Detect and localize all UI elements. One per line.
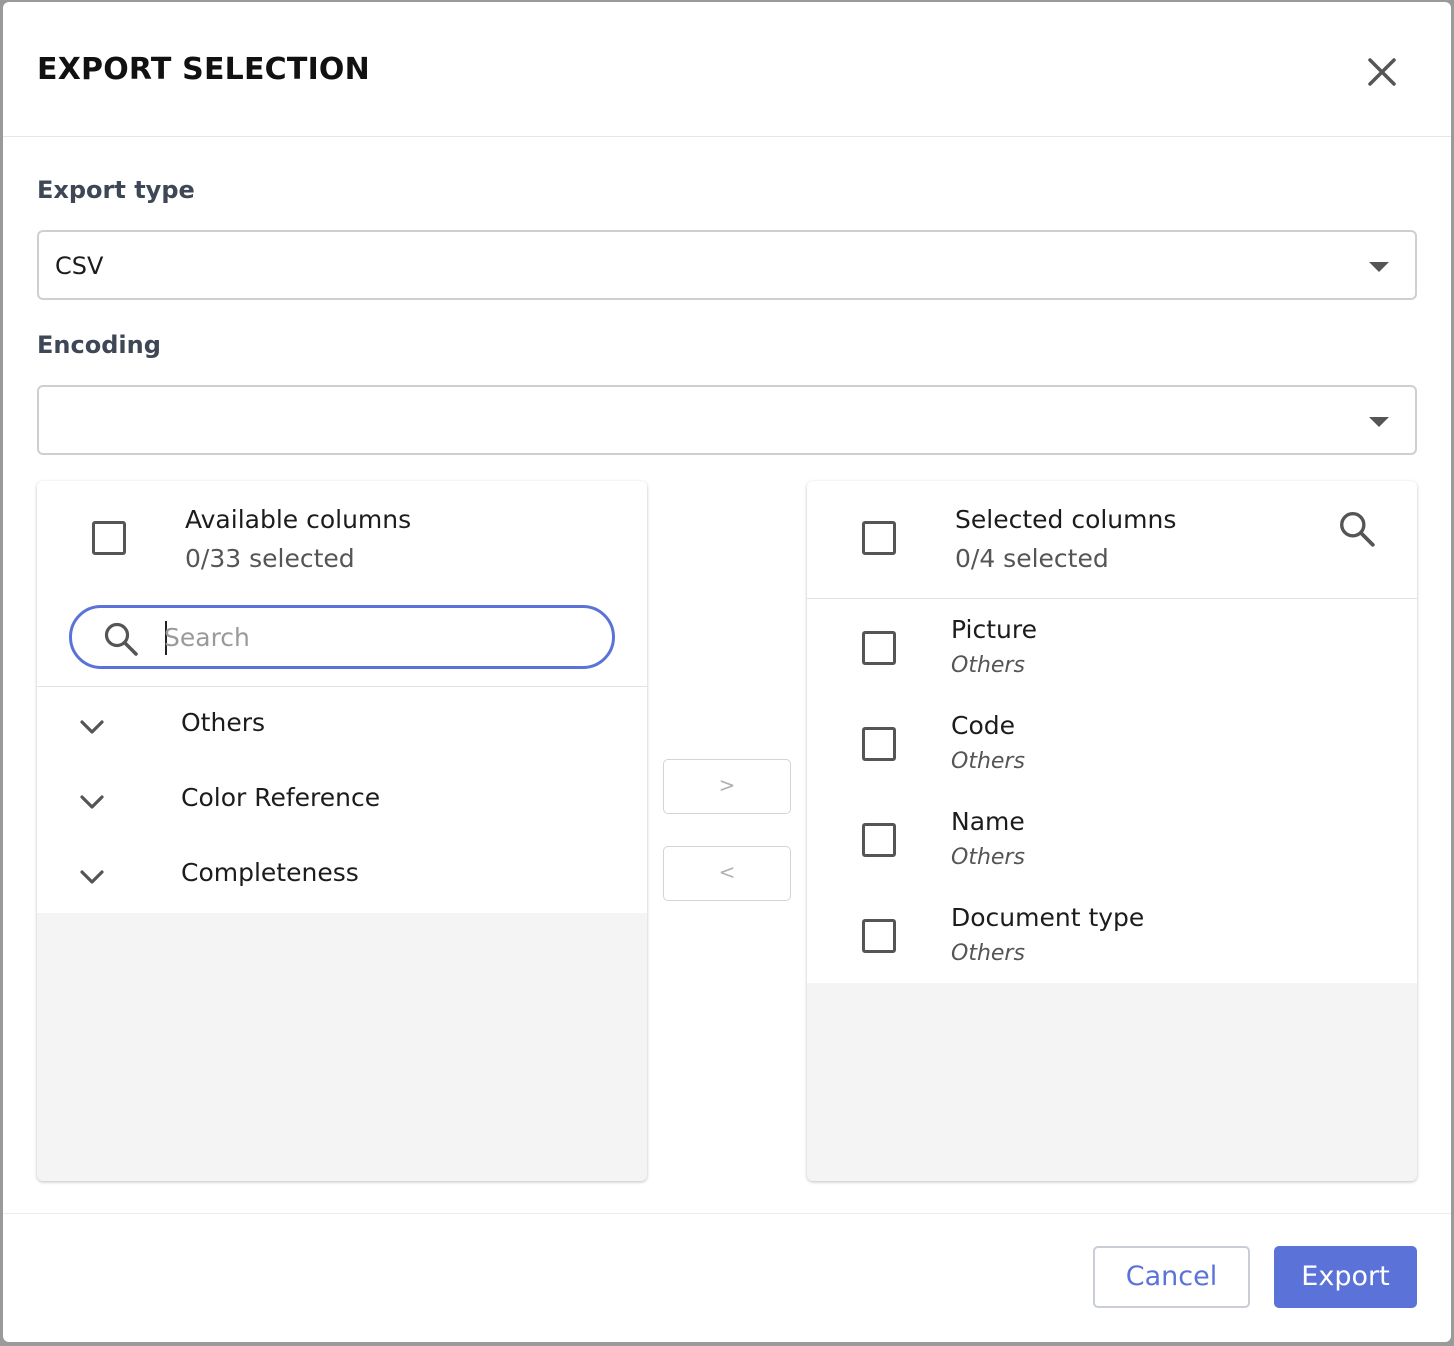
encoding-label: Encoding bbox=[37, 331, 161, 359]
export-type-select[interactable]: CSV bbox=[37, 230, 1417, 300]
group-label: Completeness bbox=[181, 858, 359, 887]
column-name: Picture bbox=[951, 615, 1037, 644]
column-group: Others bbox=[951, 941, 1025, 966]
close-button[interactable] bbox=[1362, 52, 1402, 92]
column-name: Code bbox=[951, 711, 1016, 740]
column-checkbox[interactable] bbox=[862, 919, 896, 953]
dialog-title: EXPORT SELECTION bbox=[37, 52, 370, 87]
column-checkbox[interactable] bbox=[862, 823, 896, 857]
cancel-button[interactable]: Cancel bbox=[1093, 1246, 1250, 1308]
group-label: Others bbox=[181, 708, 266, 737]
divider bbox=[37, 686, 647, 687]
column-group: Others bbox=[951, 653, 1025, 678]
selected-select-all-checkbox[interactable] bbox=[862, 521, 896, 555]
encoding-select[interactable] bbox=[37, 385, 1417, 455]
divider bbox=[807, 598, 1417, 599]
selected-column-row[interactable]: Document type Others bbox=[807, 889, 1417, 985]
available-search-input[interactable] bbox=[164, 618, 584, 656]
footer-divider bbox=[3, 1213, 1451, 1214]
group-row-color-reference[interactable]: Color Reference bbox=[37, 763, 647, 838]
export-button[interactable]: Export bbox=[1274, 1246, 1417, 1308]
export-selection-dialog: EXPORT SELECTION Export type CSV Encodin… bbox=[3, 2, 1451, 1342]
available-search[interactable] bbox=[69, 605, 615, 669]
available-columns-list: Available columns 0/33 selected Others bbox=[37, 481, 647, 913]
move-right-button[interactable]: > bbox=[663, 759, 791, 814]
selected-search-button[interactable] bbox=[1337, 509, 1381, 553]
selected-columns-list: Selected columns 0/4 selected Picture Ot… bbox=[807, 481, 1417, 983]
group-row-completeness[interactable]: Completeness bbox=[37, 838, 647, 913]
column-name: Name bbox=[951, 807, 1025, 836]
selected-columns-title: Selected columns bbox=[955, 505, 1177, 534]
selected-columns-count: 0/4 selected bbox=[955, 544, 1109, 573]
group-label: Color Reference bbox=[181, 783, 381, 812]
column-checkbox[interactable] bbox=[862, 631, 896, 665]
selected-column-row[interactable]: Picture Others bbox=[807, 601, 1417, 697]
group-row-others[interactable]: Others bbox=[37, 688, 647, 763]
selected-columns-panel: Selected columns 0/4 selected Picture Ot… bbox=[807, 481, 1417, 1181]
chevron-down-icon bbox=[80, 720, 104, 734]
available-columns-panel: Available columns 0/33 selected Others bbox=[37, 481, 647, 1181]
column-name: Document type bbox=[951, 903, 1145, 932]
search-icon bbox=[104, 622, 138, 656]
selected-column-row[interactable]: Code Others bbox=[807, 697, 1417, 793]
move-left-button[interactable]: < bbox=[663, 846, 791, 901]
available-columns-title: Available columns bbox=[185, 505, 412, 534]
export-type-label: Export type bbox=[37, 176, 195, 204]
column-group: Others bbox=[951, 845, 1025, 870]
chevron-down-icon bbox=[80, 870, 104, 884]
chevron-down-icon bbox=[80, 795, 104, 809]
caret-down-icon bbox=[1369, 417, 1389, 427]
available-columns-count: 0/33 selected bbox=[185, 544, 355, 573]
caret-down-icon bbox=[1369, 262, 1389, 272]
selected-column-row[interactable]: Name Others bbox=[807, 793, 1417, 889]
column-checkbox[interactable] bbox=[862, 727, 896, 761]
column-group: Others bbox=[951, 749, 1025, 774]
export-type-value: CSV bbox=[55, 252, 104, 280]
dialog-header: EXPORT SELECTION bbox=[3, 2, 1451, 137]
available-select-all-checkbox[interactable] bbox=[92, 521, 126, 555]
search-icon bbox=[1340, 512, 1375, 547]
close-icon bbox=[1368, 58, 1396, 86]
